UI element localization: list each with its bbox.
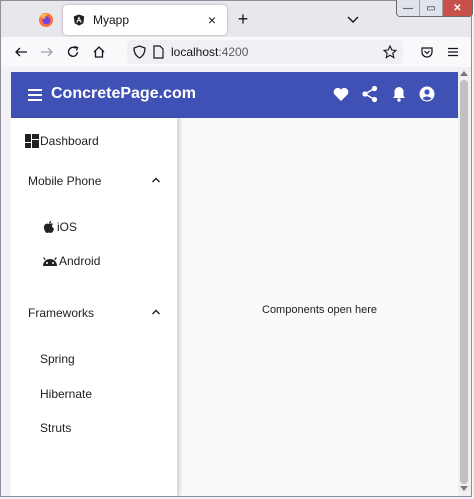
share-icon[interactable] [361, 85, 379, 103]
favorite-icon[interactable] [332, 85, 350, 103]
sidenav-item-android[interactable]: Android [42, 254, 100, 268]
angular-icon [73, 14, 85, 26]
address-bar[interactable]: localhost:4200 [127, 40, 403, 64]
firefox-view-button[interactable] [31, 7, 61, 33]
reload-icon [67, 45, 79, 57]
arrow-right-icon [41, 47, 53, 57]
sidenav-item-spring[interactable]: Spring [40, 352, 75, 366]
back-button[interactable] [11, 42, 31, 62]
list-all-tabs-chevron-down-icon[interactable] [345, 11, 361, 27]
arrow-left-icon [15, 47, 27, 57]
scroll-down-arrow-icon[interactable] [460, 486, 468, 492]
tab-strip: Myapp × + — ▭ ✕ [1, 0, 473, 37]
page-icon[interactable] [153, 45, 164, 59]
firefox-icon [39, 13, 53, 27]
android-icon [43, 257, 57, 266]
shield-icon[interactable] [133, 45, 146, 59]
menu-icon[interactable] [27, 85, 45, 105]
browser-window: Myapp × + — ▭ ✕ localhost:4200 ConcreteP… [0, 0, 473, 497]
pocket-button[interactable] [417, 42, 437, 62]
scroll-up-arrow-icon[interactable] [460, 70, 468, 76]
url-port: :4200 [218, 45, 249, 59]
new-tab-button[interactable]: + [233, 9, 253, 29]
account-circle-icon[interactable] [418, 85, 436, 103]
page-viewport: ConcretePage.com Dashboard Mobile Phone … [11, 72, 458, 496]
sidenav-section-mobile-phone[interactable]: Mobile Phone [28, 174, 101, 188]
maximize-button[interactable]: ▭ [420, 0, 443, 16]
url-host: localhost [171, 45, 219, 59]
sidenav-item-hibernate[interactable]: Hibernate [40, 387, 92, 401]
tab-myapp[interactable]: Myapp × [63, 5, 227, 35]
window-controls: — ▭ ✕ [396, 0, 473, 17]
home-button[interactable] [89, 42, 109, 62]
home-icon [93, 46, 105, 58]
reload-button[interactable] [63, 42, 83, 62]
minimize-button[interactable]: — [397, 0, 420, 16]
url-text[interactable]: localhost:4200 [171, 45, 248, 59]
chevron-up-icon[interactable] [151, 175, 161, 185]
sidenav-item-label: Dashboard [40, 134, 99, 148]
sidenav-item-struts[interactable]: Struts [40, 421, 71, 435]
scrollbar-thumb[interactable] [460, 80, 468, 484]
bookmark-star-icon[interactable] [383, 45, 397, 59]
sidenav-section-frameworks[interactable]: Frameworks [28, 306, 94, 320]
section-label: Frameworks [28, 306, 95, 320]
forward-button[interactable] [37, 42, 57, 62]
sidenav-item-label: Hibernate [40, 387, 93, 401]
section-label: Mobile Phone [28, 174, 102, 188]
close-tab-icon[interactable]: × [201, 9, 223, 31]
hamburger-menu-icon [448, 47, 458, 57]
sidenav-item-label: Spring [40, 352, 75, 366]
app-toolbar: ConcretePage.com [11, 72, 458, 118]
dashboard-icon [25, 134, 39, 148]
app-brand[interactable]: ConcretePage.com [51, 85, 196, 103]
vertical-scrollbar[interactable] [458, 68, 471, 496]
pocket-icon [421, 47, 433, 58]
sidenav-item-dashboard[interactable]: Dashboard [25, 134, 99, 148]
sidenav: Dashboard Mobile Phone iOS Android Frame… [11, 118, 178, 496]
sidenav-item-label: Android [59, 254, 101, 268]
navigation-toolbar: localhost:4200 [1, 37, 471, 67]
sidenav-item-label: Struts [40, 421, 72, 435]
sidenav-item-ios[interactable]: iOS [42, 220, 77, 234]
chevron-up-icon[interactable] [151, 307, 161, 317]
notifications-icon[interactable] [390, 85, 408, 103]
apple-icon [44, 220, 54, 233]
close-window-button[interactable]: ✕ [443, 0, 472, 16]
sidenav-item-label: iOS [57, 220, 78, 234]
content-placeholder: Components open here [262, 304, 377, 316]
open-menu-button[interactable] [443, 42, 463, 62]
tab-title: Myapp [93, 13, 130, 27]
